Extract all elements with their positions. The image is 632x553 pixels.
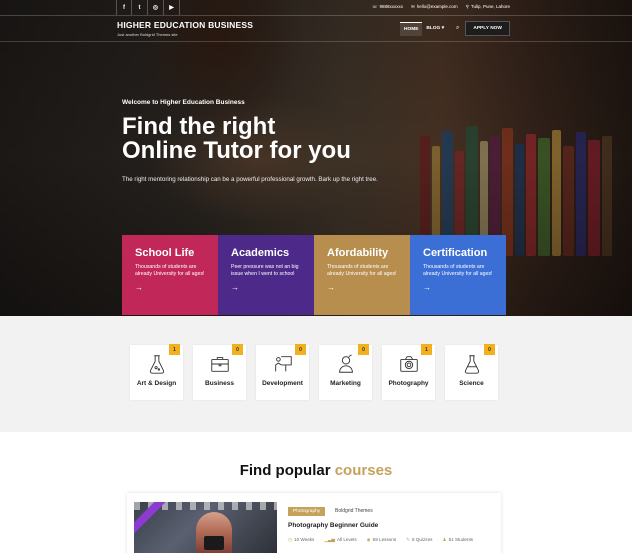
camera-icon [399,356,418,372]
phone-text: 9888xxxxxx [379,4,403,9]
feature-card-certification[interactable]: Certification Thousands of students are … [410,235,506,315]
category-list: 1 Art & Design 0 Business 0 Development … [130,344,498,400]
meta-text: 5 Quizzes [412,537,433,542]
meta-text: All Levels [336,537,357,542]
clock-icon: ◷ [288,537,293,542]
level-icon: ▁▃▅ [324,537,335,542]
main-nav: HOME BLOG ▾ ⌕ APPLY NOW [400,21,510,36]
course-count-badge: 0 [232,344,243,355]
flask-icon [464,355,479,374]
course-thumbnail[interactable] [134,502,277,553]
course-category-tag[interactable]: Photography [288,507,326,516]
arrow-right-icon[interactable]: → [327,283,400,292]
course-count-badge: 0 [484,344,495,355]
hero-headline: Find the right Online Tutor for you [122,115,422,163]
feature-card-academics[interactable]: Academics Peer pressure was not an big i… [218,235,314,315]
feature-cards: School Life Thousands of students are al… [122,235,506,315]
social-links: f t ◎ ▶ [116,0,180,15]
title-plain: Find popular [239,462,331,479]
camera-illustration [204,536,224,550]
feature-title: Academics [231,247,290,259]
instagram-icon[interactable]: ◎ [148,0,164,15]
arrow-right-icon[interactable]: → [423,283,496,292]
title-highlight: courses [334,462,393,479]
location-pin-icon: ⚲ [465,4,469,9]
location-text: Tulip, Pune, Lahore [470,4,510,9]
category-development[interactable]: 0 Development [256,344,309,400]
site-title[interactable]: HIGHER EDUCATION BUSINESS [117,20,253,30]
site-subtitle: Just another Boldgrid Themes site [117,32,178,37]
category-science[interactable]: 0 Science [445,344,498,400]
arrow-right-icon[interactable]: → [231,283,304,292]
course-count-badge: 0 [295,344,306,355]
course-author[interactable]: Boldgrid Themes [335,508,373,514]
meta-text: 51 Students [448,537,474,542]
lessons-icon: ◉ [366,537,371,542]
course-count-badge: 0 [358,344,369,355]
course-count-badge: 1 [169,344,180,355]
feature-desc: Peer pressure was not an big issue when … [231,264,299,277]
facebook-icon[interactable]: f [116,0,132,15]
popular-courses-title: Find popular courses [0,462,632,479]
course-count-badge: 1 [421,344,432,355]
category-art-design[interactable]: 1 Art & Design [130,344,183,400]
headline-line-2: Online Tutor for you [122,137,351,164]
location-info: ⚲ Tulip, Pune, Lahore [466,4,510,10]
meta-level: ▁▃▅ All Levels [324,537,356,543]
search-icon[interactable]: ⌕ [456,25,459,32]
mail-icon: ✉ [410,4,415,9]
meta-quizzes: ✎ 5 Quizzes [406,537,432,543]
category-label: Photography [388,380,429,387]
feature-card-school-life[interactable]: School Life Thousands of students are al… [122,235,218,315]
feature-desc: Thousands of students are already Univer… [423,264,493,277]
flask-icon [149,355,164,374]
topbar-divider [0,15,632,16]
contact-info: ☏ 9888xxxxxx ✉ hello@example.com ⚲ Tulip, P… [372,4,510,10]
meta-students: ♟ 51 Students [442,537,473,543]
briefcase-icon [210,357,229,372]
headline-line-1: Find the right [122,113,276,140]
feature-card-afordability[interactable]: Afordability Thousands of students are a… [314,235,410,315]
category-label: Science [459,380,484,387]
course-title[interactable]: Photography Beginner Guide [288,522,378,529]
twitter-icon[interactable]: t [132,0,148,15]
presenter-icon [274,356,292,372]
nav-home[interactable]: HOME [400,21,423,36]
students-icon: ♟ [442,537,447,542]
category-label: Development [262,380,303,387]
apply-now-button[interactable]: APPLY NOW [465,21,510,36]
category-label: Business [205,380,234,387]
hero-tagline: The right mentoring relationship can be … [122,176,378,183]
hero-welcome: Welcome to Higher Education Business [122,99,245,106]
email-text: hello@example.com [416,4,458,9]
feature-title: Afordability [327,247,389,259]
phone-info[interactable]: ☏ 9888xxxxxx [372,4,403,10]
feature-desc: Thousands of students are already Univer… [327,264,397,277]
nav-blog[interactable]: BLOG ▾ [422,22,448,35]
category-photography[interactable]: 1 Photography [382,344,435,400]
feature-desc: Thousands of students are already Univer… [135,264,205,277]
top-bar: f t ◎ ▶ ☏ 9888xxxxxx ✉ hello@example.com ⚲… [0,0,632,15]
header-divider [0,41,632,42]
youtube-icon[interactable]: ▶ [164,0,180,15]
category-label: Marketing [330,380,361,387]
user-profile-icon [338,354,353,373]
site-branding[interactable]: HIGHER EDUCATION BUSINESS Just another B… [117,20,253,37]
meta-text: 10 Weeks [294,537,315,542]
category-marketing[interactable]: 0 Marketing [319,344,372,400]
course-meta: ◷ 10 Weeks ▁▃▅ All Levels ◉ 59 Lessons ✎ 5 Q… [288,537,473,543]
meta-text: 59 Lessons [372,537,397,542]
category-business[interactable]: 0 Business [193,344,246,400]
feature-title: Certification [423,247,488,259]
quiz-icon: ✎ [406,537,411,542]
meta-lessons: ◉ 59 Lessons [367,537,397,543]
phone-icon: ☏ [371,4,378,9]
category-label: Art & Design [136,380,177,387]
feature-title: School Life [135,247,195,259]
meta-duration: ◷ 10 Weeks [288,537,314,543]
arrow-right-icon[interactable]: → [135,283,208,292]
course-card[interactable]: Photography Boldgrid Themes Photography … [127,493,501,553]
email-info[interactable]: ✉ hello@example.com [411,4,458,10]
